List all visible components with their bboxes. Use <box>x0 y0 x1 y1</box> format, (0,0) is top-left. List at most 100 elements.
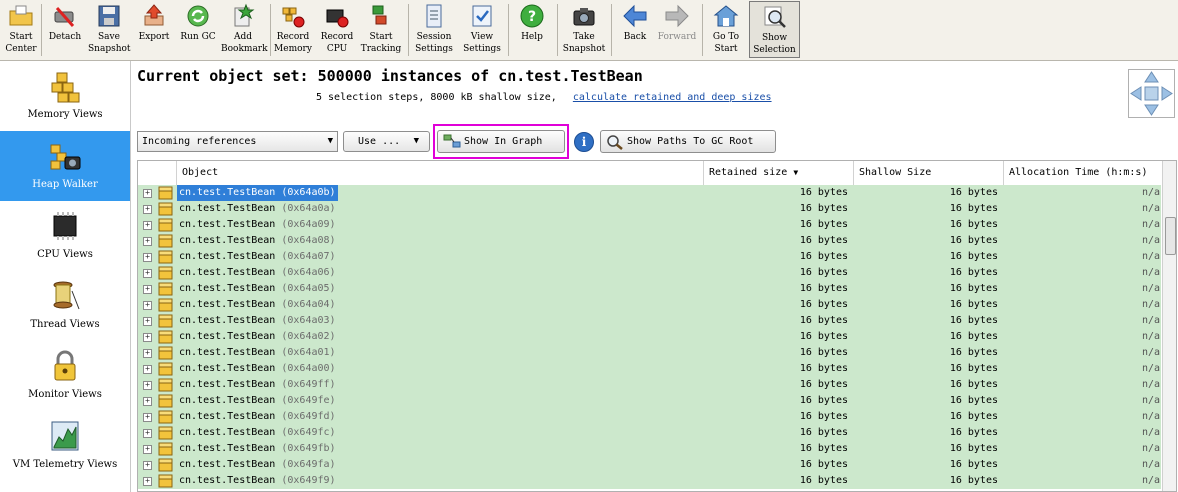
record-cpu-button[interactable]: Record CPU <box>318 1 356 58</box>
sidebar-item-thread-views[interactable]: Thread Views <box>0 271 130 341</box>
toolbar-separator <box>41 4 42 56</box>
expand-toggle-icon[interactable]: + <box>143 301 152 310</box>
toolbar-label: Tracking <box>360 44 402 54</box>
table-row[interactable]: + cn.test.TestBean (0x64a01) 16 bytes 16 by… <box>138 345 1161 361</box>
shallow-size-cell: 16 bytes <box>949 235 998 246</box>
table-row[interactable]: + cn.test.TestBean (0x64a06) 16 bytes 16 by… <box>138 265 1161 281</box>
info-icon[interactable]: i <box>574 132 594 152</box>
toolbar-separator <box>611 4 612 56</box>
forward-button[interactable]: Forward <box>656 1 698 58</box>
recycle-icon <box>185 3 211 29</box>
table-row[interactable]: + cn.test.TestBean (0x64a07) 16 bytes 16 by… <box>138 249 1161 265</box>
table-row[interactable]: + cn.test.TestBean (0x64a0b) 16 bytes 16 by… <box>138 185 1161 201</box>
allocation-time-cell: n/a <box>1141 411 1160 422</box>
help-button[interactable]: ? Help <box>512 1 552 58</box>
sidebar-item-label: Memory Views <box>27 109 103 120</box>
start-center-button[interactable]: Start Center <box>2 1 40 58</box>
expand-toggle-icon[interactable]: + <box>143 253 152 262</box>
toolbar-label: Selection <box>753 45 796 55</box>
expand-toggle-icon[interactable]: + <box>143 429 152 438</box>
expand-toggle-icon[interactable]: + <box>143 285 152 294</box>
show-in-graph-button[interactable]: Show In Graph <box>437 130 565 153</box>
sidebar-item-monitor-views[interactable]: Monitor Views <box>0 341 130 411</box>
table-row[interactable]: + cn.test.TestBean (0x64a09) 16 bytes 16 by… <box>138 217 1161 233</box>
save-snapshot-button[interactable]: Save Snapshot <box>88 1 131 58</box>
object-cell: cn.test.TestBean (0x649fd) <box>177 409 338 425</box>
shallow-size-cell: 16 bytes <box>949 443 998 454</box>
table-row[interactable]: + cn.test.TestBean (0x649fb) 16 bytes 16 by… <box>138 441 1161 457</box>
expand-toggle-icon[interactable]: + <box>143 397 152 406</box>
expand-toggle-icon[interactable]: + <box>143 413 152 422</box>
record-memory-button[interactable]: Record Memory <box>273 1 313 58</box>
sidebar-item-memory-views[interactable]: Memory Views <box>0 61 130 131</box>
record-cpu-icon <box>324 3 350 29</box>
allocation-time-cell: n/a <box>1141 219 1160 230</box>
table-row[interactable]: + cn.test.TestBean (0x649f9) 16 bytes 16 by… <box>138 473 1161 489</box>
sidebar-item-vm-telemetry-views[interactable]: VM Telemetry Views <box>0 411 130 481</box>
add-bookmark-button[interactable]: Add Bookmark <box>221 1 268 58</box>
sidebar-item-heap-walker[interactable]: Heap Walker <box>0 131 130 201</box>
expand-toggle-icon[interactable]: + <box>143 445 152 454</box>
table-row[interactable]: + cn.test.TestBean (0x64a08) 16 bytes 16 by… <box>138 233 1161 249</box>
column-header-retained-size[interactable]: Retained size ▼ <box>703 161 853 185</box>
table-row[interactable]: + cn.test.TestBean (0x64a05) 16 bytes 16 by… <box>138 281 1161 297</box>
back-button[interactable]: Back <box>616 1 654 58</box>
retained-size-cell: 16 bytes <box>799 187 848 198</box>
expand-toggle-icon[interactable]: + <box>143 461 152 470</box>
object-class-name: cn.test.TestBean <box>179 219 276 230</box>
export-icon <box>141 3 167 29</box>
view-mode-select[interactable]: Incoming references ▼ <box>137 131 338 152</box>
table-row[interactable]: + cn.test.TestBean (0x649fa) 16 bytes 16 by… <box>138 457 1161 473</box>
graph-preview-thumbnail[interactable] <box>1128 69 1175 118</box>
object-cell: cn.test.TestBean (0x64a0a) <box>177 201 338 217</box>
table-row[interactable]: + cn.test.TestBean (0x649fe) 16 bytes 16 by… <box>138 393 1161 409</box>
expand-toggle-icon[interactable]: + <box>143 381 152 390</box>
table-row[interactable]: + cn.test.TestBean (0x64a00) 16 bytes 16 by… <box>138 361 1161 377</box>
expand-toggle-icon[interactable]: + <box>143 221 152 230</box>
retained-size-cell: 16 bytes <box>799 331 848 342</box>
go-to-start-button[interactable]: Go To Start <box>706 1 746 58</box>
expand-toggle-icon[interactable]: + <box>143 205 152 214</box>
export-button[interactable]: Export <box>135 1 173 58</box>
table-row[interactable]: + cn.test.TestBean (0x64a0a) 16 bytes 16 by… <box>138 201 1161 217</box>
expand-toggle-icon[interactable]: + <box>143 333 152 342</box>
expand-toggle-icon[interactable]: + <box>143 365 152 374</box>
table-row[interactable]: + cn.test.TestBean (0x649fc) 16 bytes 16 by… <box>138 425 1161 441</box>
table-row[interactable]: + cn.test.TestBean (0x64a03) 16 bytes 16 by… <box>138 313 1161 329</box>
allocation-time-cell: n/a <box>1141 347 1160 358</box>
table-row[interactable]: + cn.test.TestBean (0x649fd) 16 bytes 16 by… <box>138 409 1161 425</box>
expand-toggle-icon[interactable]: + <box>143 189 152 198</box>
object-class-name: cn.test.TestBean <box>179 459 276 470</box>
calculate-sizes-link[interactable]: calculate retained and deep sizes <box>573 92 772 103</box>
expand-toggle-icon[interactable]: + <box>143 477 152 486</box>
detach-button[interactable]: Detach <box>45 1 85 58</box>
sidebar-item-cpu-views[interactable]: CPU Views <box>0 201 130 271</box>
expand-toggle-icon[interactable]: + <box>143 269 152 278</box>
run-gc-button[interactable]: Run GC <box>179 1 217 58</box>
vertical-scrollbar[interactable] <box>1162 161 1176 491</box>
column-header-object[interactable]: Object <box>176 161 703 185</box>
session-settings-button[interactable]: Session Settings <box>412 1 456 58</box>
toolbar-label: Bookmark <box>221 44 268 54</box>
expand-toggle-icon[interactable]: + <box>143 317 152 326</box>
expand-toggle-icon[interactable]: + <box>143 237 152 246</box>
show-selection-button[interactable]: Show Selection <box>749 1 800 58</box>
table-row[interactable]: + cn.test.TestBean (0x64a04) 16 bytes 16 by… <box>138 297 1161 313</box>
retained-size-cell: 16 bytes <box>799 267 848 278</box>
show-paths-to-gc-root-button[interactable]: Show Paths To GC Root <box>600 130 776 153</box>
table-row[interactable]: + cn.test.TestBean (0x649ff) 16 bytes 16 by… <box>138 377 1161 393</box>
view-settings-button[interactable]: View Settings <box>459 1 505 58</box>
table-row[interactable]: + cn.test.TestBean (0x64a02) 16 bytes 16 by… <box>138 329 1161 345</box>
shallow-size-cell: 16 bytes <box>949 203 998 214</box>
start-tracking-button[interactable]: Start Tracking <box>359 1 403 58</box>
object-class-name: cn.test.TestBean <box>179 395 276 406</box>
toolbar-separator <box>557 4 558 56</box>
column-header-allocation-time[interactable]: Allocation Time (h:m:s) <box>1003 161 1161 185</box>
tracking-icon <box>368 3 394 29</box>
scrollbar-thumb[interactable] <box>1165 217 1176 255</box>
expand-toggle-icon[interactable]: + <box>143 349 152 358</box>
allocation-time-cell: n/a <box>1141 315 1160 326</box>
take-snapshot-button[interactable]: Take Snapshot <box>561 1 607 58</box>
column-header-shallow-size[interactable]: Shallow Size <box>853 161 1003 185</box>
use-dropdown-button[interactable]: Use ... ▼ <box>343 131 430 152</box>
